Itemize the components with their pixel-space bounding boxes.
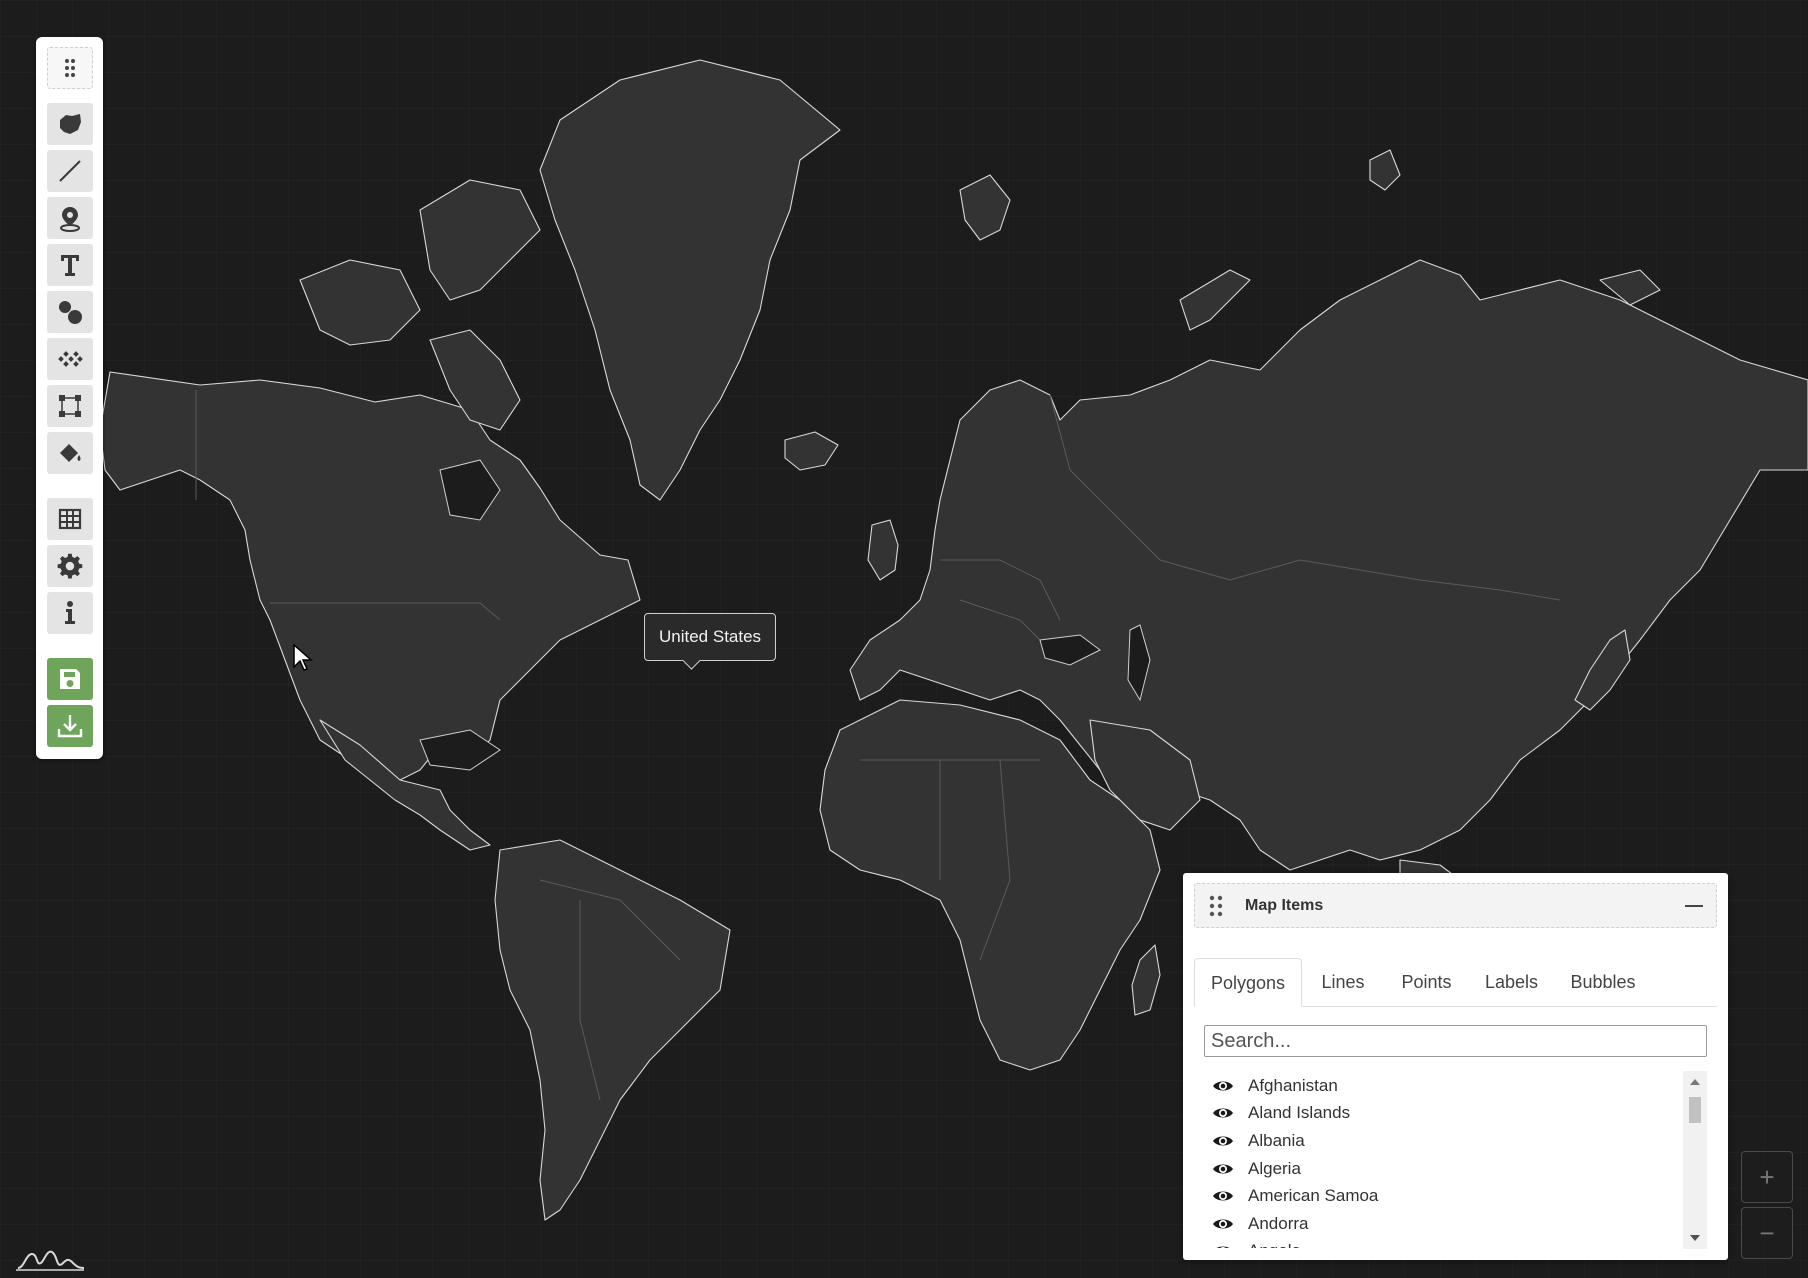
arctic-island-2[interactable]	[299, 259, 421, 346]
polygon-tool-button[interactable]	[47, 103, 93, 145]
point-tool-button[interactable]	[47, 197, 93, 239]
uk-landmass[interactable]	[867, 519, 899, 581]
list-item[interactable]: Afghanistan	[1204, 1072, 1684, 1100]
list-item-label: Andorra	[1248, 1213, 1309, 1233]
list-item[interactable]: Algeria	[1204, 1155, 1684, 1183]
iceland-landmass[interactable]	[784, 431, 839, 471]
arctic-islands[interactable]	[419, 179, 541, 301]
tool-sidebar	[36, 37, 103, 759]
madagascar-landmass[interactable]	[1131, 944, 1161, 1016]
info-icon	[65, 601, 75, 624]
panel-header[interactable]: Map Items	[1194, 883, 1717, 928]
map-items-panel: Map Items Polygons Lines Points Labels B…	[1183, 873, 1728, 1260]
visibility-eye-icon[interactable]	[1212, 1105, 1234, 1121]
list-item[interactable]: Angola	[1204, 1238, 1684, 1248]
download-button[interactable]	[47, 705, 93, 747]
svalbard[interactable]	[959, 174, 1011, 241]
settings-button[interactable]	[47, 545, 93, 587]
pattern-icon	[58, 351, 83, 367]
polygon-icon	[60, 114, 81, 134]
visibility-eye-icon[interactable]	[1212, 1078, 1234, 1094]
list-item[interactable]: American Samoa	[1204, 1182, 1684, 1210]
grip-icon[interactable]	[1209, 895, 1223, 917]
zoom-in-button[interactable]: +	[1741, 1151, 1793, 1203]
list-item-label: Afghanistan	[1248, 1075, 1338, 1095]
table-icon	[58, 508, 82, 530]
fill-tool-button[interactable]	[47, 432, 93, 474]
save-button[interactable]	[47, 658, 93, 700]
greenland-landmass[interactable]	[539, 59, 841, 501]
text-tool-button[interactable]	[47, 244, 93, 286]
gear-icon	[57, 553, 83, 579]
toolbar-drag-handle[interactable]	[47, 47, 93, 89]
list-scrollbar[interactable]	[1683, 1071, 1707, 1249]
visibility-eye-icon[interactable]	[1212, 1161, 1234, 1177]
tab-points[interactable]: Points	[1384, 958, 1469, 1006]
list-item-label: Algeria	[1248, 1158, 1301, 1178]
list-item[interactable]: Aland Islands	[1204, 1100, 1684, 1128]
tab-bubbles[interactable]: Bubbles	[1554, 958, 1652, 1006]
tab-lines[interactable]: Lines	[1302, 958, 1384, 1006]
zoom-out-button[interactable]: −	[1741, 1207, 1793, 1259]
mouse-cursor-icon	[293, 643, 313, 671]
country-tooltip: United States	[644, 613, 777, 661]
table-button[interactable]	[47, 498, 93, 540]
list-item-label: Aland Islands	[1248, 1103, 1351, 1123]
text-icon	[61, 255, 79, 276]
novaya-zemlya[interactable]	[1179, 269, 1251, 331]
paint-bucket-icon	[60, 444, 81, 462]
visibility-eye-icon[interactable]	[1212, 1216, 1234, 1232]
line-icon	[59, 160, 81, 182]
download-icon	[57, 715, 83, 738]
line-tool-button[interactable]	[47, 150, 93, 192]
south-america-landmass[interactable]	[494, 839, 731, 1221]
visibility-eye-icon[interactable]	[1212, 1243, 1234, 1248]
visibility-eye-icon[interactable]	[1212, 1188, 1234, 1204]
pattern-tool-button[interactable]	[47, 338, 93, 380]
list-item-label: Angola	[1248, 1241, 1301, 1248]
panel-tabs: Polygons Lines Points Labels Bubbles	[1194, 958, 1717, 1007]
list-item[interactable]: Andorra	[1204, 1210, 1684, 1238]
tab-polygons[interactable]: Polygons	[1194, 958, 1302, 1007]
list-item-label: Albania	[1248, 1130, 1305, 1150]
scroll-down-arrow-icon[interactable]	[1690, 1235, 1700, 1241]
bubble-tool-button[interactable]	[47, 291, 93, 333]
selection-icon	[59, 395, 81, 417]
list-item[interactable]: Albania	[1204, 1127, 1684, 1155]
grip-icon	[65, 59, 75, 77]
visibility-eye-icon[interactable]	[1212, 1133, 1234, 1149]
scroll-up-arrow-icon[interactable]	[1690, 1079, 1700, 1085]
north-america-landmass[interactable]	[99, 371, 641, 781]
panel-title: Map Items	[1245, 897, 1324, 914]
app-logo	[16, 1250, 85, 1271]
franz-josef[interactable]	[1369, 149, 1401, 191]
bubbles-icon	[59, 301, 82, 324]
search-input[interactable]	[1204, 1025, 1707, 1057]
list-item-label: American Samoa	[1248, 1186, 1379, 1206]
scroll-thumb[interactable]	[1689, 1097, 1701, 1123]
info-button[interactable]	[47, 592, 93, 634]
tab-labels[interactable]: Labels	[1469, 958, 1554, 1006]
select-tool-button[interactable]	[47, 385, 93, 427]
tooltip-text: United States	[659, 627, 762, 646]
map-pin-icon	[60, 207, 80, 232]
polygon-list: Afghanistan Aland Islands Albania Algeria Am…	[1204, 1072, 1684, 1248]
save-icon	[60, 669, 80, 689]
map-stage[interactable]: United States Map Items Polygons Lines P…	[0, 0, 1808, 1278]
minimize-button[interactable]	[1682, 894, 1706, 918]
